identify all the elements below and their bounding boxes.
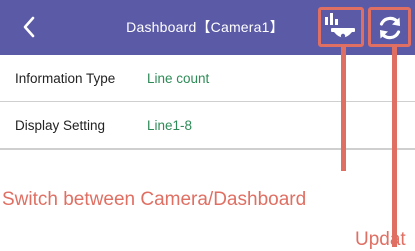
setting-row-information-type[interactable]: Information Type Line count [0,55,415,102]
setting-row-display-setting[interactable]: Display Setting Line1-8 [0,102,415,149]
update-button-highlight [368,7,411,47]
settings-list: Information Type Line count Display Sett… [0,55,415,149]
setting-value: Line1-8 [147,117,193,133]
setting-label: Information Type [15,70,116,86]
setting-value: Line count [147,70,210,86]
setting-label: Display Setting [15,117,106,133]
chevron-left-icon [23,16,35,38]
page-title: Dashboard【Camera1】 [126,19,284,35]
switch-button-highlight [318,7,364,47]
app-screen: Dashboard【Camera1】 Information Type Line… [0,0,415,150]
update-callout-line [392,45,397,247]
back-button[interactable] [15,12,43,42]
update-callout-label: Updat [355,229,406,250]
list-divider [0,149,415,150]
switch-callout-line [341,45,346,171]
switch-callout-label: Switch between Camera/Dashboard [2,189,307,210]
